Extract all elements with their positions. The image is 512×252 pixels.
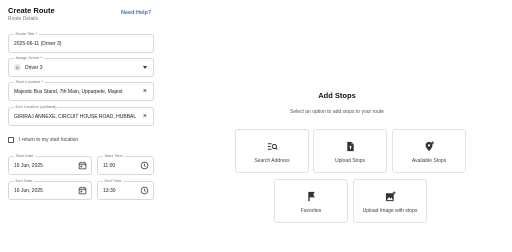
start-date-field[interactable]: Start Date 16 Jun, 2025 bbox=[8, 153, 92, 175]
end-location-field[interactable]: End Location (optional) GIRIRAJ ANNEXE, … bbox=[8, 104, 154, 126]
end-location-value: GIRIRAJ ANNEXE, CIRCUIT HOUSE ROAD, HUBB… bbox=[14, 114, 136, 120]
chevron-down-icon[interactable] bbox=[143, 66, 147, 69]
route-title-value: 2025-06-11 (Driver 3) bbox=[14, 41, 62, 47]
add-stops-panel: Add Stops Select an option to add stops … bbox=[162, 0, 512, 252]
search-list-icon bbox=[267, 143, 278, 150]
route-title-field[interactable]: Route Title * 2025-06-11 (Driver 3) bbox=[8, 31, 154, 53]
start-location-value: Majestic Bus Stand, 7th Main, Upparpete,… bbox=[14, 89, 123, 95]
end-date-field[interactable]: End Date 16 Jun, 2025 bbox=[8, 178, 92, 200]
favorites-label: Favorites bbox=[300, 208, 322, 214]
add-stops-subtitle: Select an option to add stops to your ro… bbox=[290, 109, 384, 115]
end-date-label: End Date bbox=[14, 178, 34, 184]
start-location-label: Start Location * bbox=[14, 79, 45, 85]
start-date-label: Start Date bbox=[14, 153, 36, 159]
end-time-value: 13:30 bbox=[103, 188, 116, 194]
clear-end-location-icon[interactable]: × bbox=[143, 112, 147, 121]
page-title: Create Route bbox=[8, 6, 55, 15]
add-image-icon bbox=[385, 191, 396, 202]
start-time-label: Start Time bbox=[103, 153, 125, 159]
search-address-label: Search Address bbox=[254, 158, 290, 164]
clock-icon[interactable] bbox=[140, 186, 149, 195]
end-time-label: End Time bbox=[103, 178, 123, 184]
upload-stops-option[interactable]: Upload Stops bbox=[313, 129, 387, 173]
end-location-label: End Location (optional) bbox=[14, 104, 59, 110]
add-stops-title: Add Stops bbox=[318, 91, 356, 100]
assign-driver-select[interactable]: Assign Driver * D Driver 3 bbox=[8, 55, 154, 77]
assign-driver-label: Assign Driver * bbox=[14, 55, 44, 61]
favorites-option[interactable]: Favorites bbox=[274, 179, 348, 223]
upload-image-option[interactable]: Upload Image with stops bbox=[353, 179, 427, 223]
need-help-link[interactable]: Need Help? bbox=[121, 10, 151, 16]
calendar-icon[interactable] bbox=[78, 161, 87, 170]
start-time-value: 11:00 bbox=[103, 163, 116, 169]
driver-avatar: D bbox=[14, 64, 21, 71]
bookmark-flag-icon bbox=[308, 191, 315, 202]
calendar-icon[interactable] bbox=[78, 186, 87, 195]
clock-icon[interactable] bbox=[140, 161, 149, 170]
route-title-label: Route Title * bbox=[14, 31, 39, 37]
assign-driver-value: Driver 3 bbox=[25, 65, 43, 71]
available-stops-option[interactable]: Available Stops bbox=[392, 129, 466, 173]
upload-image-label: Upload Image with stops bbox=[362, 208, 418, 214]
upload-file-icon bbox=[347, 141, 354, 152]
return-to-start-checkbox[interactable] bbox=[8, 137, 14, 143]
return-to-start-label: I return to my start location bbox=[19, 137, 79, 143]
start-time-field[interactable]: Start Time 11:00 bbox=[97, 153, 154, 175]
start-location-field[interactable]: Start Location * Majestic Bus Stand, 7th… bbox=[8, 79, 154, 101]
upload-stops-label: Upload Stops bbox=[334, 158, 366, 164]
start-date-value: 16 Jun, 2025 bbox=[14, 163, 43, 169]
end-date-value: 16 Jun, 2025 bbox=[14, 188, 43, 194]
add-location-icon bbox=[425, 141, 435, 152]
section-subtitle: Route Details bbox=[8, 16, 39, 22]
route-details-panel: Create Route Route Details Need Help? Ro… bbox=[0, 0, 162, 252]
end-time-field[interactable]: End Time 13:30 bbox=[97, 178, 154, 200]
clear-start-location-icon[interactable]: × bbox=[143, 87, 147, 96]
search-address-option[interactable]: Search Address bbox=[235, 129, 309, 173]
available-stops-label: Available Stops bbox=[411, 158, 447, 164]
